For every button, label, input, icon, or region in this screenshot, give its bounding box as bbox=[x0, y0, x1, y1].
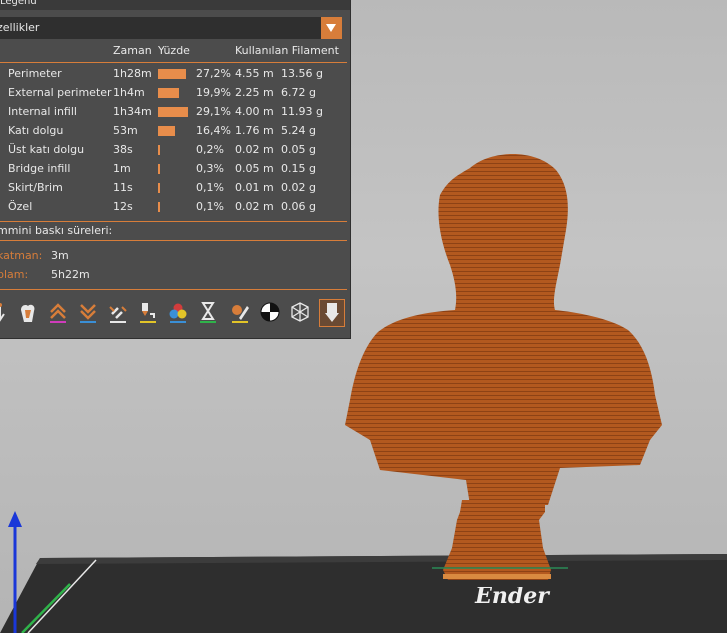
feature-percent: 29,1% bbox=[196, 105, 231, 118]
feature-name: External perimeter bbox=[8, 86, 112, 99]
feature-length: 4.00 m bbox=[235, 105, 274, 118]
feature-percent: 16,4% bbox=[196, 124, 231, 137]
deretractions-icon[interactable] bbox=[76, 300, 100, 326]
feature-name: Üst katı dolgu bbox=[8, 143, 85, 156]
feature-name: Katı dolgu bbox=[8, 124, 64, 137]
feature-weight: 11.93 g bbox=[281, 105, 323, 118]
feature-time: 1h28m bbox=[113, 67, 152, 80]
bed-logo: Ender bbox=[474, 587, 550, 607]
feature-weight: 5.24 g bbox=[281, 124, 316, 137]
pause-icon[interactable] bbox=[196, 300, 220, 326]
feature-name: Skirt/Brim bbox=[8, 181, 63, 194]
feature-percent: 0,1% bbox=[196, 181, 224, 194]
percent-bar bbox=[158, 126, 175, 136]
legend-row[interactable]: Perimeter 1h28m 27,2% 4.55 m 13.56 g bbox=[0, 65, 350, 83]
feature-weight: 0.05 g bbox=[281, 143, 316, 156]
wipe-icon[interactable] bbox=[16, 300, 40, 326]
legend-row[interactable]: External perimeter 1h4m 19,9% 2.25 m 6.72 g bbox=[0, 84, 350, 102]
feature-length: 2.25 m bbox=[235, 86, 274, 99]
custom-gcode-icon[interactable] bbox=[228, 300, 252, 326]
legend-row[interactable]: Katı dolgu 53m 16,4% 1.76 m 5.24 g bbox=[0, 122, 350, 140]
feature-length: 1.76 m bbox=[235, 124, 274, 137]
feature-time: 53m bbox=[113, 124, 138, 137]
divider bbox=[0, 289, 347, 290]
percent-bar bbox=[158, 88, 179, 98]
feature-percent: 0,3% bbox=[196, 162, 224, 175]
feature-time: 1m bbox=[113, 162, 131, 175]
chevron-down-icon[interactable] bbox=[321, 17, 342, 39]
feature-name: Bridge infill bbox=[8, 162, 71, 175]
header-percent: Yüzde bbox=[158, 44, 190, 57]
feature-percent: 0,1% bbox=[196, 200, 224, 213]
feature-weight: 13.56 g bbox=[281, 67, 323, 80]
legend-row[interactable]: Üst katı dolgu 38s 0,2% 0.02 m 0.05 g bbox=[0, 141, 350, 159]
legend-row[interactable]: Skirt/Brim 11s 0,1% 0.01 m 0.02 g bbox=[0, 179, 350, 197]
header-time: Zaman bbox=[113, 44, 152, 57]
view-type-value: zellikler bbox=[0, 21, 40, 34]
feature-time: 1h34m bbox=[113, 105, 152, 118]
total-value: 5h22m bbox=[51, 268, 90, 281]
percent-bar bbox=[158, 164, 160, 174]
feature-weight: 0.06 g bbox=[281, 200, 316, 213]
feature-name: Özel bbox=[8, 200, 33, 213]
tool-marker-icon[interactable] bbox=[319, 299, 345, 327]
view-type-dropdown[interactable]: zellikler bbox=[0, 17, 342, 39]
feature-length: 0.02 m bbox=[235, 143, 274, 156]
feature-percent: 0,2% bbox=[196, 143, 224, 156]
tool-changes-icon[interactable] bbox=[136, 300, 160, 326]
feature-length: 0.01 m bbox=[235, 181, 274, 194]
feature-time: 1h4m bbox=[113, 86, 145, 99]
feature-name: Perimeter bbox=[8, 67, 62, 80]
legend-panel: Legend zellikler Zaman Yüzde Kullanılan … bbox=[0, 0, 351, 339]
percent-bar bbox=[158, 183, 160, 193]
header-divider bbox=[0, 62, 347, 63]
seams-icon[interactable] bbox=[106, 300, 130, 326]
feature-time: 11s bbox=[113, 181, 133, 194]
divider bbox=[0, 240, 347, 241]
shells-icon[interactable] bbox=[288, 300, 312, 326]
percent-bar bbox=[158, 145, 160, 155]
center-of-gravity-icon[interactable] bbox=[258, 300, 282, 326]
estimate-title: mmini baskı süreleri: bbox=[0, 224, 113, 237]
percent-bar bbox=[158, 107, 188, 117]
legend-toolbar bbox=[0, 299, 350, 330]
feature-length: 0.05 m bbox=[235, 162, 274, 175]
percent-bar bbox=[158, 202, 160, 212]
percent-bar bbox=[158, 69, 187, 79]
feature-length: 4.55 m bbox=[235, 67, 274, 80]
feature-time: 38s bbox=[113, 143, 133, 156]
feature-weight: 0.02 g bbox=[281, 181, 316, 194]
legend-row[interactable]: Bridge infill 1m 0,3% 0.05 m 0.15 g bbox=[0, 160, 350, 178]
total-label: plam: bbox=[0, 268, 29, 281]
first-layer-value: 3m bbox=[51, 249, 69, 262]
travel-icon[interactable] bbox=[0, 300, 16, 326]
legend-title: Legend bbox=[0, 0, 350, 10]
legend-row[interactable]: Internal infill 1h34m 29,1% 4.00 m 11.93 g bbox=[0, 103, 350, 121]
retractions-icon[interactable] bbox=[46, 300, 70, 326]
feature-length: 0.02 m bbox=[235, 200, 274, 213]
svg-text:Ender: Ender bbox=[474, 587, 550, 607]
feature-weight: 6.72 g bbox=[281, 86, 316, 99]
header-used-filament: Kullanılan Filament bbox=[235, 44, 339, 57]
feature-percent: 27,2% bbox=[196, 67, 231, 80]
legend-row[interactable]: Özel 12s 0,1% 0.02 m 0.06 g bbox=[0, 198, 350, 216]
first-layer-label: katman: bbox=[0, 249, 43, 262]
color-changes-icon[interactable] bbox=[166, 300, 190, 326]
feature-weight: 0.15 g bbox=[281, 162, 316, 175]
divider bbox=[0, 221, 347, 222]
feature-percent: 19,9% bbox=[196, 86, 231, 99]
feature-time: 12s bbox=[113, 200, 133, 213]
feature-name: Internal infill bbox=[8, 105, 77, 118]
